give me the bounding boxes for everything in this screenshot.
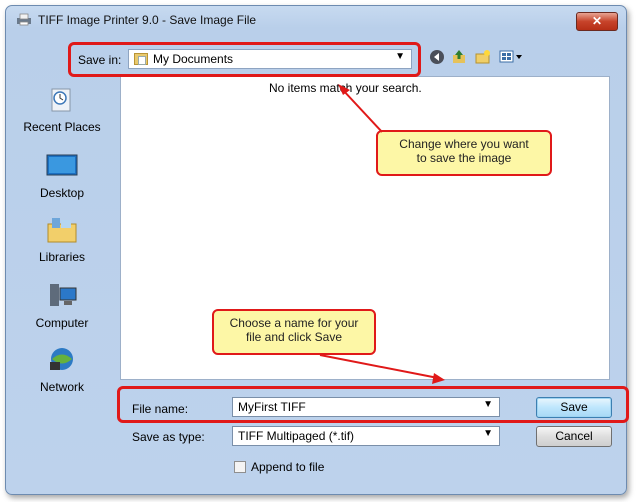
place-libraries[interactable]: Libraries [8, 216, 116, 264]
title-bar[interactable]: TIFF Image Printer 9.0 - Save Image File… [6, 6, 626, 34]
place-label: Desktop [39, 186, 85, 200]
cancel-button[interactable]: Cancel [536, 426, 612, 447]
places-bar: Recent Places Desktop Libraries Computer… [8, 76, 118, 396]
place-computer[interactable]: Computer [8, 282, 116, 330]
chevron-down-icon: ▼ [483, 428, 493, 439]
back-icon[interactable] [428, 49, 446, 67]
save-as-type-dropdown[interactable]: TIFF Multipaged (*.tif) ▼ [232, 426, 500, 446]
window-title: TIFF Image Printer 9.0 - Save Image File [38, 13, 257, 27]
recent-places-icon [46, 86, 78, 114]
place-label: Recent Places [23, 120, 101, 134]
save-as-type-value: TIFF Multipaged (*.tif) [238, 429, 355, 443]
printer-app-icon [17, 13, 31, 26]
place-desktop[interactable]: Desktop [8, 152, 116, 200]
libraries-icon [46, 216, 78, 244]
desktop-icon [46, 152, 78, 180]
place-recent-places[interactable]: Recent Places [8, 86, 116, 134]
close-button[interactable]: ✕ [576, 12, 618, 31]
view-menu-icon[interactable] [498, 49, 524, 67]
place-label: Network [39, 380, 84, 394]
callout-file-name: Choose a name for your file and click Sa… [212, 309, 376, 355]
place-network[interactable]: Network [8, 346, 116, 394]
up-folder-icon[interactable] [450, 49, 468, 67]
save-as-type-label: Save as type: [132, 430, 205, 444]
close-icon: ✕ [591, 14, 603, 28]
callout-save-location: Change where you want to save the image [376, 130, 552, 176]
append-label: Append to file [251, 460, 325, 474]
new-folder-icon[interactable] [474, 49, 492, 67]
network-icon [46, 346, 78, 374]
empty-message: No items match your search. [269, 81, 422, 95]
computer-icon [46, 282, 78, 310]
file-name-highlight [117, 386, 629, 423]
save-in-highlight [68, 42, 421, 77]
append-checkbox[interactable] [234, 461, 246, 473]
place-label: Computer [35, 316, 89, 330]
place-label: Libraries [38, 250, 86, 264]
